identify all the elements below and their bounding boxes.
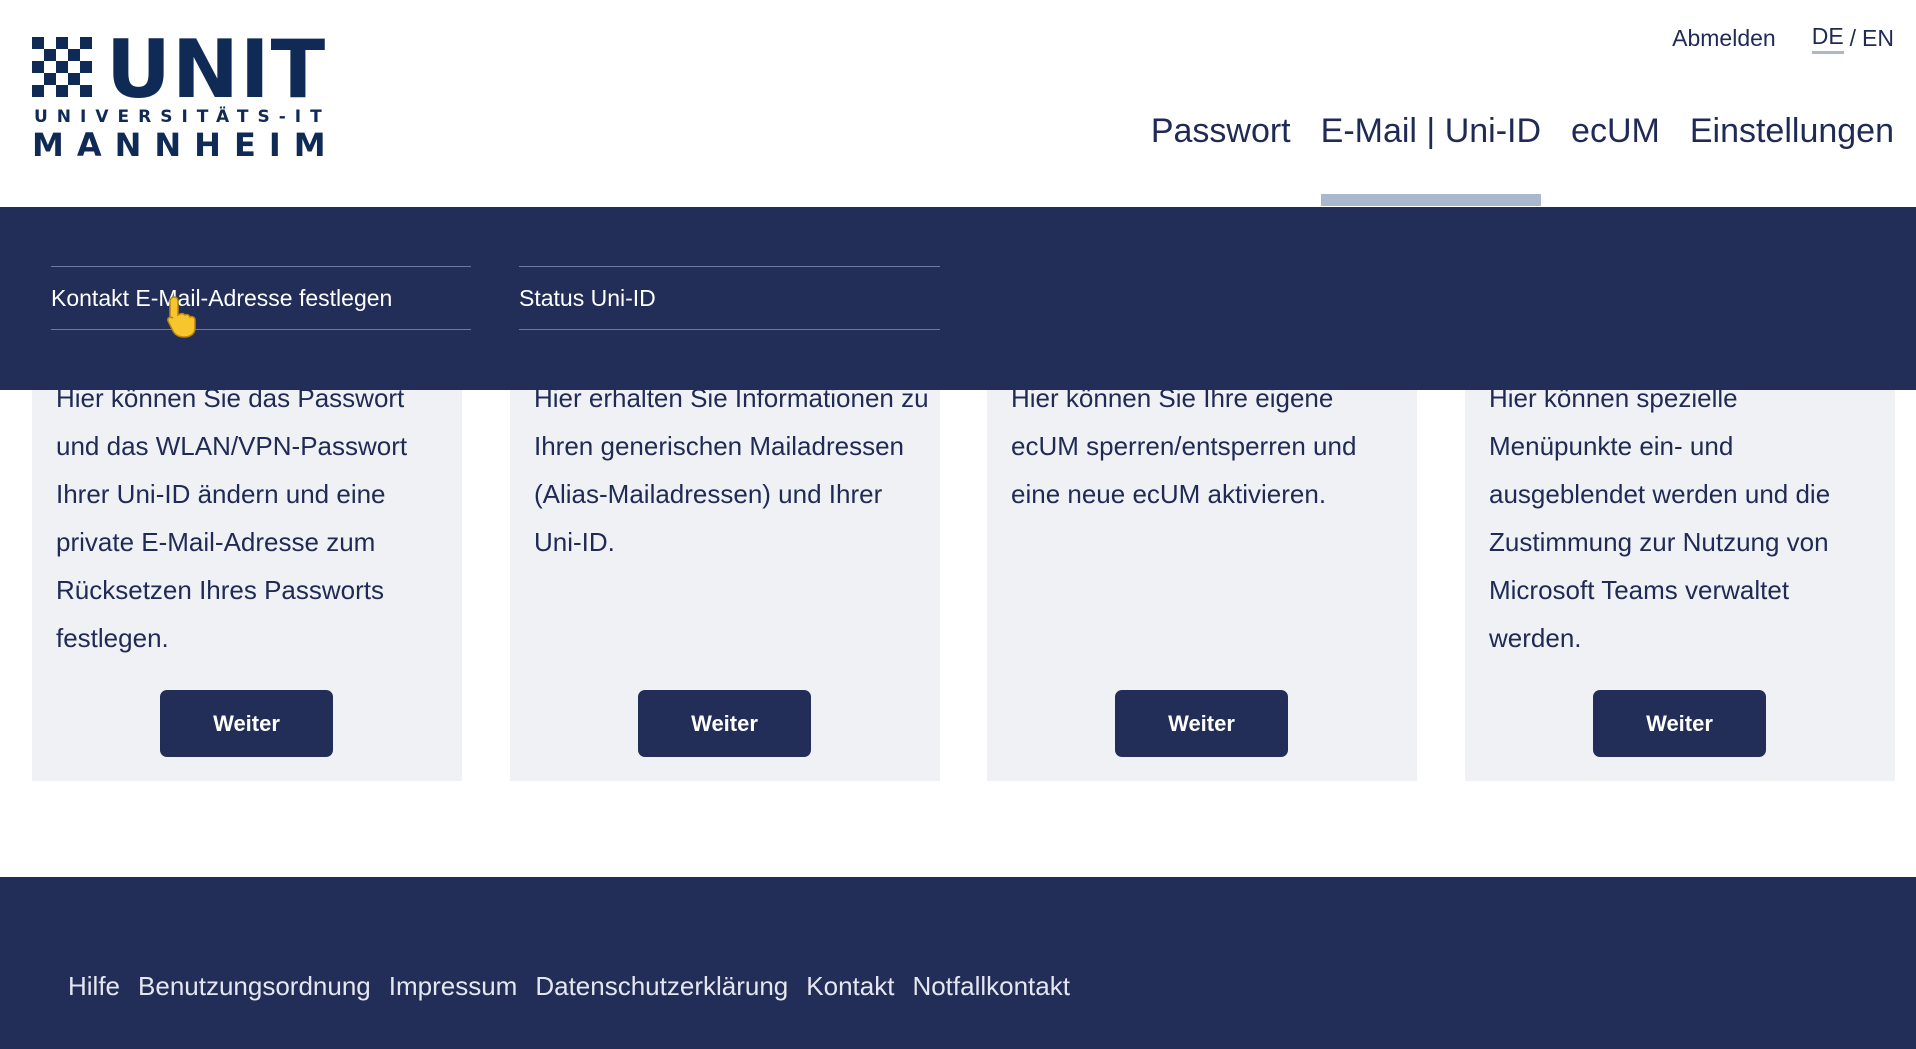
footer-link-kontakt[interactable]: Kontakt: [806, 971, 894, 1002]
card-description: Hier können Sie Ihre eigene ecUM sperren…: [1011, 383, 1357, 509]
weiter-button-ecum[interactable]: Weiter: [1115, 690, 1288, 757]
footer-link-benutzungsordnung[interactable]: Benutzungsordnung: [138, 971, 371, 1002]
card-ecum: Hier können Sie Ihre eigene ecUM sperren…: [987, 383, 1417, 781]
footer-link-datenschutz[interactable]: Datenschutzerklärung: [535, 971, 788, 1002]
logo-subtitle: UNIVERSITÄTS-IT: [34, 107, 331, 127]
nav-einstellungen[interactable]: Einstellungen: [1690, 112, 1894, 151]
lang-en-link[interactable]: EN: [1862, 25, 1894, 52]
nav-passwort[interactable]: Passwort: [1151, 112, 1291, 151]
header: UNIT UNIVERSITÄTS-IT MANNHEIM Abmelden D…: [0, 0, 1916, 207]
lang-de-link[interactable]: DE: [1811, 23, 1844, 54]
logout-link[interactable]: Abmelden: [1672, 25, 1776, 52]
logo-wordmark: UNIT: [106, 23, 327, 116]
subnav-dropdown: Kontakt E-Mail-Adresse festlegen Status …: [0, 207, 1916, 390]
logo-city: MANNHEIM: [32, 126, 339, 164]
nav-ecum[interactable]: ecUM: [1571, 112, 1660, 151]
card-description: Hier können spezielle Menüpunkte ein- un…: [1489, 383, 1831, 653]
checkerboard-logo-icon: [32, 37, 92, 97]
subnav-item-kontakt-email[interactable]: Kontakt E-Mail-Adresse festlegen: [51, 266, 471, 330]
card-description: Hier können Sie das Passwort und das WLA…: [56, 383, 408, 653]
unit-logo[interactable]: UNIT UNIVERSITÄTS-IT MANNHEIM: [32, 30, 326, 164]
footer: Hilfe Benutzungsordnung Impressum Datens…: [0, 877, 1916, 1049]
card-einstellungen: Hier können spezielle Menüpunkte ein- un…: [1465, 383, 1895, 781]
card-email-uni-id: Hier erhalten Sie Informationen zu Ihren…: [510, 383, 940, 781]
main-nav: Passwort E-Mail | Uni-ID ecUM Einstellun…: [1121, 112, 1894, 206]
card-passwort: Hier können Sie das Passwort und das WLA…: [32, 383, 462, 781]
weiter-button-passwort[interactable]: Weiter: [160, 690, 333, 757]
card-description: Hier erhalten Sie Informationen zu Ihren…: [534, 383, 929, 557]
subnav-item-status-uni-id[interactable]: Status Uni-ID: [519, 266, 940, 330]
nav-email-uni-id[interactable]: E-Mail | Uni-ID: [1320, 112, 1542, 206]
footer-links: Hilfe Benutzungsordnung Impressum Datens…: [68, 971, 1070, 1002]
weiter-button-einstellungen[interactable]: Weiter: [1593, 690, 1766, 757]
weiter-button-email[interactable]: Weiter: [638, 690, 811, 757]
lang-separator: /: [1849, 24, 1857, 51]
pointing-hand-cursor-icon: [167, 296, 196, 338]
footer-link-impressum[interactable]: Impressum: [389, 971, 518, 1002]
footer-link-notfallkontakt[interactable]: Notfallkontakt: [912, 971, 1070, 1002]
top-links: Abmelden DE / EN: [1672, 18, 1894, 58]
footer-link-hilfe[interactable]: Hilfe: [68, 971, 120, 1002]
